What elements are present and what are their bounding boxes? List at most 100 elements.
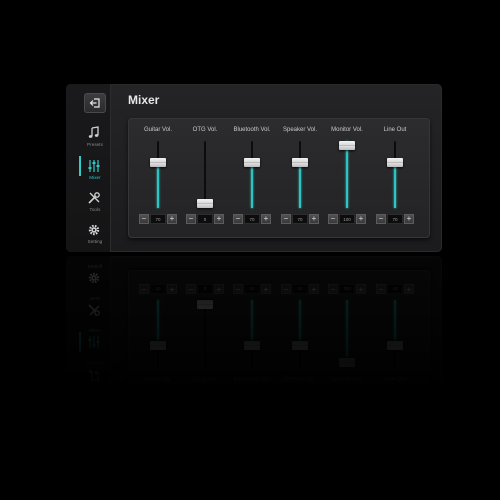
sidebar-item-tools: Tools — [66, 283, 110, 317]
back-button[interactable] — [84, 93, 106, 113]
value-field: 70 — [150, 284, 166, 294]
fader-track[interactable] — [292, 141, 308, 208]
fader-level-fill — [394, 161, 396, 208]
channel-strip: Speaker Vol. −70 + — [277, 118, 323, 238]
value-stepper: −0 + — [186, 214, 224, 225]
sidebar-item-presets[interactable]: Presets — [66, 126, 110, 160]
value-stepper: −70 + — [281, 283, 319, 294]
value-field[interactable]: 70 — [244, 214, 260, 224]
sidebar-item-label: Mixer — [89, 328, 101, 333]
decrement-button[interactable]: − — [139, 214, 149, 224]
value-field[interactable]: 70 — [150, 214, 166, 224]
sidebar-item-mixer[interactable]: Mixer — [66, 156, 110, 193]
window-reflection: Presets Mixer Tools Setting Mixer Guitar… — [66, 256, 442, 424]
exit-icon — [89, 400, 100, 410]
music-note-icon — [88, 126, 99, 138]
decrement-button: − — [376, 284, 386, 294]
fader-knob — [292, 340, 308, 350]
sidebar-item-setting[interactable]: Setting — [66, 223, 110, 252]
tools-icon — [88, 192, 100, 204]
channel-label: Line Out — [383, 127, 407, 133]
reflection-copy: Presets Mixer Tools Setting Mixer Guitar… — [66, 256, 442, 424]
fader-level-fill — [346, 141, 348, 208]
sliders-icon — [88, 160, 100, 172]
increment-button[interactable]: + — [404, 214, 414, 224]
fader-track — [197, 300, 213, 367]
fader-track — [387, 300, 403, 367]
fader-track — [292, 300, 308, 367]
mixer-panel: Guitar Vol. −70 + OTG Vol. −0 + Bluetooth Vol.… — [128, 118, 430, 238]
channel-strip: Monitor Vol. −100 + — [324, 118, 370, 238]
fader-track[interactable] — [244, 141, 260, 208]
decrement-button: − — [233, 284, 243, 294]
sidebar-item-label: Presets — [87, 361, 103, 366]
channel-strip: Speaker Vol. −70 + — [277, 270, 323, 390]
fader-level-fill — [251, 300, 253, 347]
sidebar-item-mixer: Mixer — [66, 315, 110, 352]
fader-knob[interactable] — [244, 158, 260, 168]
music-note-icon — [88, 370, 99, 382]
channel-strip: Monitor Vol. −100 + — [324, 270, 370, 390]
value-field[interactable]: 100 — [339, 214, 355, 224]
channel-label: Speaker Vol. — [282, 375, 318, 381]
fader-level-fill — [157, 300, 159, 347]
increment-button[interactable]: + — [214, 214, 224, 224]
value-field: 70 — [292, 284, 308, 294]
fader-knob — [150, 340, 166, 350]
decrement-button[interactable]: − — [328, 214, 338, 224]
value-field[interactable]: 0 — [197, 214, 213, 224]
value-stepper: −100 + — [328, 283, 366, 294]
fader-knob[interactable] — [387, 158, 403, 168]
fader-knob[interactable] — [150, 158, 166, 168]
channel-strip: Bluetooth Vol. −70 + — [229, 118, 275, 238]
channel-strip: Line Out −70 + — [372, 118, 418, 238]
fader-track[interactable] — [339, 141, 355, 208]
fader-level-fill — [346, 300, 348, 367]
decrement-button: − — [328, 284, 338, 294]
increment-button[interactable]: + — [261, 214, 271, 224]
sidebar-item-label: Tools — [89, 296, 101, 301]
decrement-button[interactable]: − — [281, 214, 291, 224]
sidebar-item-label: Tools — [89, 207, 101, 212]
value-field[interactable]: 70 — [292, 214, 308, 224]
fader-knob[interactable] — [292, 158, 308, 168]
fader-track[interactable] — [197, 141, 213, 208]
sidebar-item-label: Presets — [87, 142, 103, 147]
value-field: 100 — [339, 284, 355, 294]
channel-label: Monitor Vol. — [331, 375, 363, 381]
decrement-button[interactable]: − — [376, 214, 386, 224]
fader-track[interactable] — [150, 141, 166, 208]
fader-track[interactable] — [387, 141, 403, 208]
channel-label: OTG Vol. — [192, 375, 218, 381]
value-field[interactable]: 70 — [387, 214, 403, 224]
fader-knob — [339, 358, 355, 367]
fader-track — [150, 300, 166, 367]
increment-button: + — [309, 284, 319, 294]
increment-button[interactable]: + — [167, 214, 177, 224]
fader-knob[interactable] — [339, 141, 355, 150]
fader-level-fill — [251, 161, 253, 208]
increment-button: + — [167, 284, 177, 294]
decrement-button[interactable]: − — [186, 214, 196, 224]
fader-knob[interactable] — [197, 199, 213, 208]
sidebar-item-tools[interactable]: Tools — [66, 191, 110, 225]
exit-icon — [89, 98, 100, 108]
sidebar-item-setting: Setting — [66, 256, 110, 285]
decrement-button: − — [139, 284, 149, 294]
fader-track — [244, 300, 260, 367]
channel-strip: Guitar Vol. −70 + — [135, 270, 181, 390]
fader-level-fill — [299, 300, 301, 347]
decrement-button[interactable]: − — [233, 214, 243, 224]
increment-button: + — [404, 284, 414, 294]
sidebar-item-label: Setting — [87, 264, 103, 269]
increment-button[interactable]: + — [309, 214, 319, 224]
value-field: 0 — [197, 284, 213, 294]
fader-level-fill — [299, 161, 301, 208]
channel-strip: Bluetooth Vol. −70 + — [229, 270, 275, 390]
value-stepper: −70 + — [376, 214, 414, 225]
value-stepper: −70 + — [139, 214, 177, 225]
value-stepper: −70 + — [281, 214, 319, 225]
increment-button[interactable]: + — [356, 214, 366, 224]
value-stepper: −70 + — [233, 283, 271, 294]
sidebar: Presets Mixer Tools Setting — [66, 256, 111, 424]
